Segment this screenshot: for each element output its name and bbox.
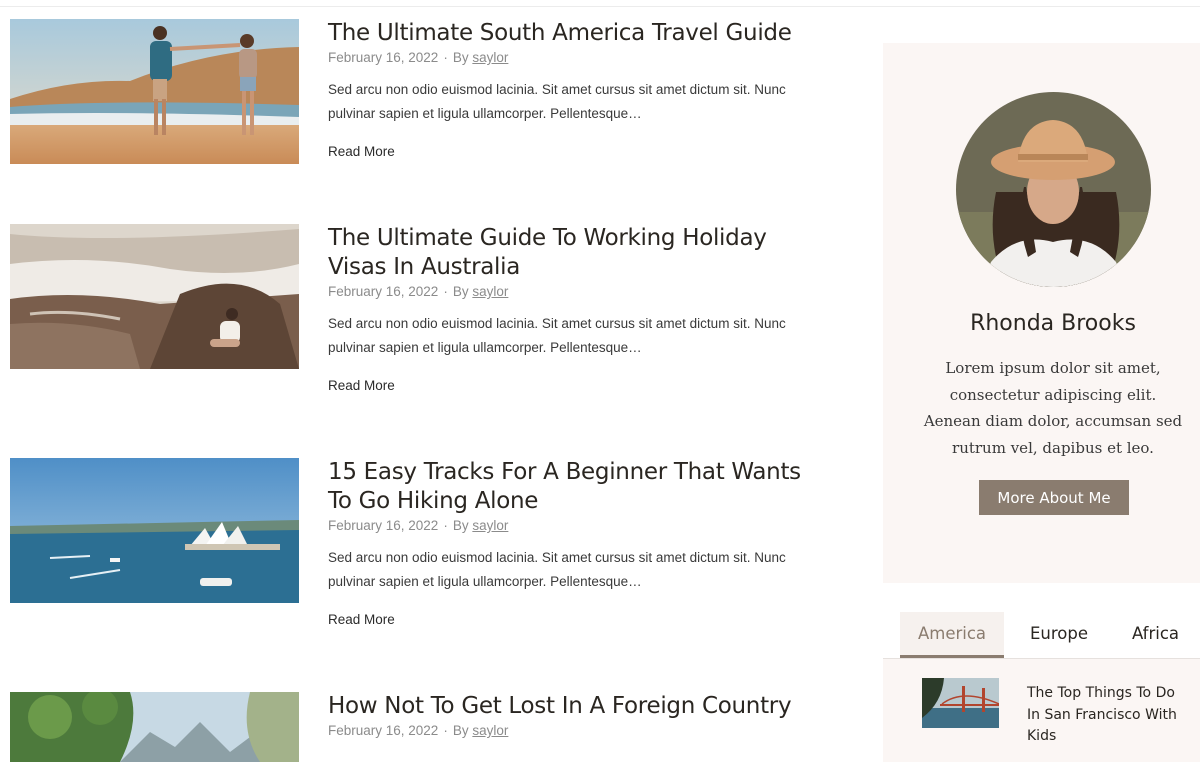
author-avatar: [956, 92, 1151, 287]
post-title[interactable]: The Ultimate South America Travel Guide: [328, 19, 808, 48]
post-title[interactable]: How Not To Get Lost In A Foreign Country: [328, 692, 808, 721]
post-author-link[interactable]: saylor: [472, 284, 508, 299]
post-excerpt: Sed arcu non odio euismod lacinia. Sit a…: [328, 316, 786, 355]
read-more-link[interactable]: Read More: [328, 144, 395, 159]
tab-europe[interactable]: Europe: [1009, 612, 1109, 655]
post-title[interactable]: 15 Easy Tracks For A Beginner That Wants…: [328, 458, 808, 516]
post-thumbnail-beach-couple[interactable]: [10, 19, 299, 164]
author-name: Rhonda Brooks: [970, 311, 1136, 336]
post-date: February 16, 2022: [328, 723, 439, 738]
post-by-label: By: [452, 284, 469, 299]
read-more-link[interactable]: Read More: [328, 612, 395, 627]
meta-separator: ·: [443, 518, 448, 533]
post-author-link[interactable]: saylor: [472, 50, 508, 65]
post-excerpt: Sed arcu non odio euismod lacinia. Sit a…: [328, 82, 786, 121]
meta-separator: ·: [443, 50, 448, 65]
tab-post-title[interactable]: The Top Things To Do In San Francisco Wi…: [1027, 683, 1192, 748]
meta-separator: ·: [443, 284, 448, 299]
post-thumbnail-sydney-harbour[interactable]: [10, 458, 299, 603]
read-more-link[interactable]: Read More: [328, 378, 395, 393]
post-by-label: By: [452, 50, 469, 65]
post-meta: February 16, 2022 · By saylor: [328, 50, 808, 66]
tab-africa[interactable]: Africa: [1111, 612, 1200, 655]
header-divider: [0, 6, 1200, 7]
post-by-label: By: [452, 518, 469, 533]
post-excerpt: Sed arcu non odio euismod lacinia. Sit a…: [328, 550, 786, 589]
meta-separator: ·: [443, 723, 448, 738]
tab-panel-america: The Top Things To Do In San Francisco Wi…: [883, 659, 1200, 762]
post-date: February 16, 2022: [328, 50, 439, 65]
post-meta: February 16, 2022 · By saylor: [328, 723, 808, 739]
post-meta: February 16, 2022 · By saylor: [328, 518, 808, 534]
more-about-me-button[interactable]: More About Me: [979, 480, 1129, 515]
post-meta: February 16, 2022 · By saylor: [328, 284, 808, 300]
post-thumbnail-mountain-forest[interactable]: [10, 692, 299, 762]
author-bio: Lorem ipsum dolor sit amet, consectetur …: [923, 359, 1183, 457]
post-thumbnail-rocky-coast[interactable]: [10, 224, 299, 369]
post-author-link[interactable]: saylor: [472, 723, 508, 738]
post-author-link[interactable]: saylor: [472, 518, 508, 533]
post-by-label: By: [452, 723, 469, 738]
tab-america[interactable]: America: [900, 612, 1004, 658]
post-date: February 16, 2022: [328, 518, 439, 533]
region-tabs: America Europe Africa: [883, 612, 1200, 659]
tab-post-thumbnail-golden-gate[interactable]: [922, 678, 999, 728]
about-widget: Rhonda Brooks Lorem ipsum dolor sit amet…: [883, 43, 1200, 583]
post-date: February 16, 2022: [328, 284, 439, 299]
post-title[interactable]: The Ultimate Guide To Working Holiday Vi…: [328, 224, 808, 282]
